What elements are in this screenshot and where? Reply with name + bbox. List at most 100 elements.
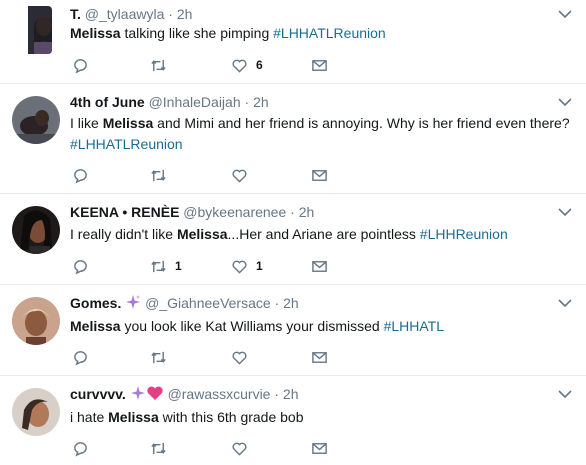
text-segment: with this 6th grade bob [158,409,304,425]
avatar[interactable] [12,297,60,345]
chevron-down-icon[interactable] [558,207,572,217]
user-handle[interactable]: @_tylaawyla [85,6,165,22]
tweet[interactable]: Gomes. @_GiahneeVersace · 2h Melissa you… [0,285,586,376]
tweet[interactable]: curvvvv. @rawassxcurvie · 2h i hate Meli… [0,376,586,465]
reply-icon [74,259,87,275]
avatar-photo [28,6,52,54]
display-name[interactable]: Gomes. [70,295,121,311]
chevron-down-icon[interactable] [558,389,572,399]
user-handle[interactable]: @bykeenarenee [183,204,286,220]
text-segment: and Mimi and her friend is annoying. Why… [153,115,570,131]
display-name[interactable]: KEENA • RENÈE [70,204,179,220]
sparkles-icon [126,295,141,309]
retweet-button[interactable] [150,54,167,76]
tweet-text: Melissa talking like she pimping #LHHATL… [70,23,570,44]
hashtag-link[interactable]: #LHHATLReunion [273,25,386,41]
like-button[interactable] [231,164,248,186]
tweet[interactable]: 4th of June @InhaleDaijah · 2h I like Me… [0,84,586,194]
retweet-icon [151,260,166,272]
message-button[interactable] [311,54,328,76]
retweet-button[interactable]: 1 [150,255,182,277]
hashtag-link[interactable]: #LHHATL [384,318,444,334]
reply-button[interactable] [72,346,89,368]
message-button[interactable] [311,255,328,277]
envelope-icon [312,260,327,272]
mention-keyword: Melissa [108,409,159,425]
text-segment: ...Her and Ariane are pointless [227,226,420,242]
chevron-down-icon[interactable] [558,298,572,308]
chevron-down-icon[interactable] [558,9,572,19]
timestamp[interactable]: 2h [299,204,315,220]
retweet-icon [151,59,166,71]
like-button[interactable]: 6 [231,54,263,76]
message-button[interactable] [311,164,328,186]
separator-dot: · [168,6,173,22]
timestamp[interactable]: 2h [283,386,299,402]
retweet-icon [151,169,166,181]
retweet-button[interactable] [150,437,167,459]
display-name[interactable]: T. [70,6,81,22]
tweet-header: KEENA • RENÈE @bykeenarenee · 2h [70,202,314,222]
heart-icon [232,260,247,274]
heart-icon [232,351,247,365]
reply-icon [74,350,87,366]
tweet[interactable]: T. @_tylaawyla · 2h Melissa talking like… [0,0,586,84]
action-bar: 6 [70,54,370,76]
heart-icon [232,169,247,183]
retweet-button[interactable] [150,346,167,368]
avatar[interactable] [20,6,52,54]
avatar[interactable] [12,206,60,254]
user-handle[interactable]: @_GiahneeVersace [145,295,271,311]
heart-icon [232,59,247,73]
timestamp[interactable]: 2h [177,6,193,22]
reply-icon [74,58,87,74]
display-name[interactable]: curvvvv. [70,386,126,402]
retweet-count: 1 [175,259,182,273]
avatar[interactable] [12,388,60,436]
retweet-icon [151,442,166,454]
timestamp[interactable]: 2h [283,295,299,311]
text-segment: I like [70,115,103,131]
reply-button[interactable] [72,164,89,186]
mention-keyword: Melissa [176,226,228,242]
hashtag-link[interactable]: #LHHReunion [420,226,508,242]
tweet-header: T. @_tylaawyla · 2h [70,4,192,24]
tweet-header: 4th of June @InhaleDaijah · 2h [70,92,269,112]
avatar[interactable] [12,96,60,144]
text-segment: you look like Kat Williams your dismisse… [120,318,384,334]
tweet[interactable]: KEENA • RENÈE @bykeenarenee · 2h I reall… [0,194,586,285]
user-handle[interactable]: @rawassxcurvie [168,386,271,402]
separator-dot: · [244,94,250,110]
text-segment: I really didn't like [70,226,177,242]
like-button[interactable] [231,346,248,368]
chevron-down-icon[interactable] [558,97,572,107]
envelope-icon [312,169,327,181]
hashtag-link[interactable]: #LHHATLReunion [70,136,183,152]
mention-keyword: Melissa [102,115,154,131]
reply-button[interactable] [72,255,89,277]
like-count: 6 [256,58,263,72]
separator-dot: · [290,204,295,220]
tweet-header: Gomes. @_GiahneeVersace · 2h [70,293,299,313]
tweet-header: curvvvv. @rawassxcurvie · 2h [70,384,299,404]
tweet-text: I really didn't like Melissa...Her and A… [70,224,570,245]
retweet-button[interactable] [150,164,167,186]
envelope-icon [312,442,327,454]
reply-button[interactable] [72,54,89,76]
action-bar [70,164,370,186]
tweet-text: I like Melissa and Mimi and her friend i… [70,113,570,155]
message-button[interactable] [311,346,328,368]
like-count: 1 [256,259,263,273]
mention-keyword: Melissa [70,25,121,41]
like-button[interactable]: 1 [231,255,263,277]
user-handle[interactable]: @InhaleDaijah [149,94,241,110]
timestamp[interactable]: 2h [253,94,269,110]
retweet-icon [151,351,166,363]
sparkles-heart-icon [130,386,163,400]
reply-button[interactable] [72,437,89,459]
display-name[interactable]: 4th of June [70,94,145,110]
avatar-photo [12,96,60,144]
envelope-icon [312,351,327,363]
message-button[interactable] [311,437,328,459]
like-button[interactable] [231,437,248,459]
